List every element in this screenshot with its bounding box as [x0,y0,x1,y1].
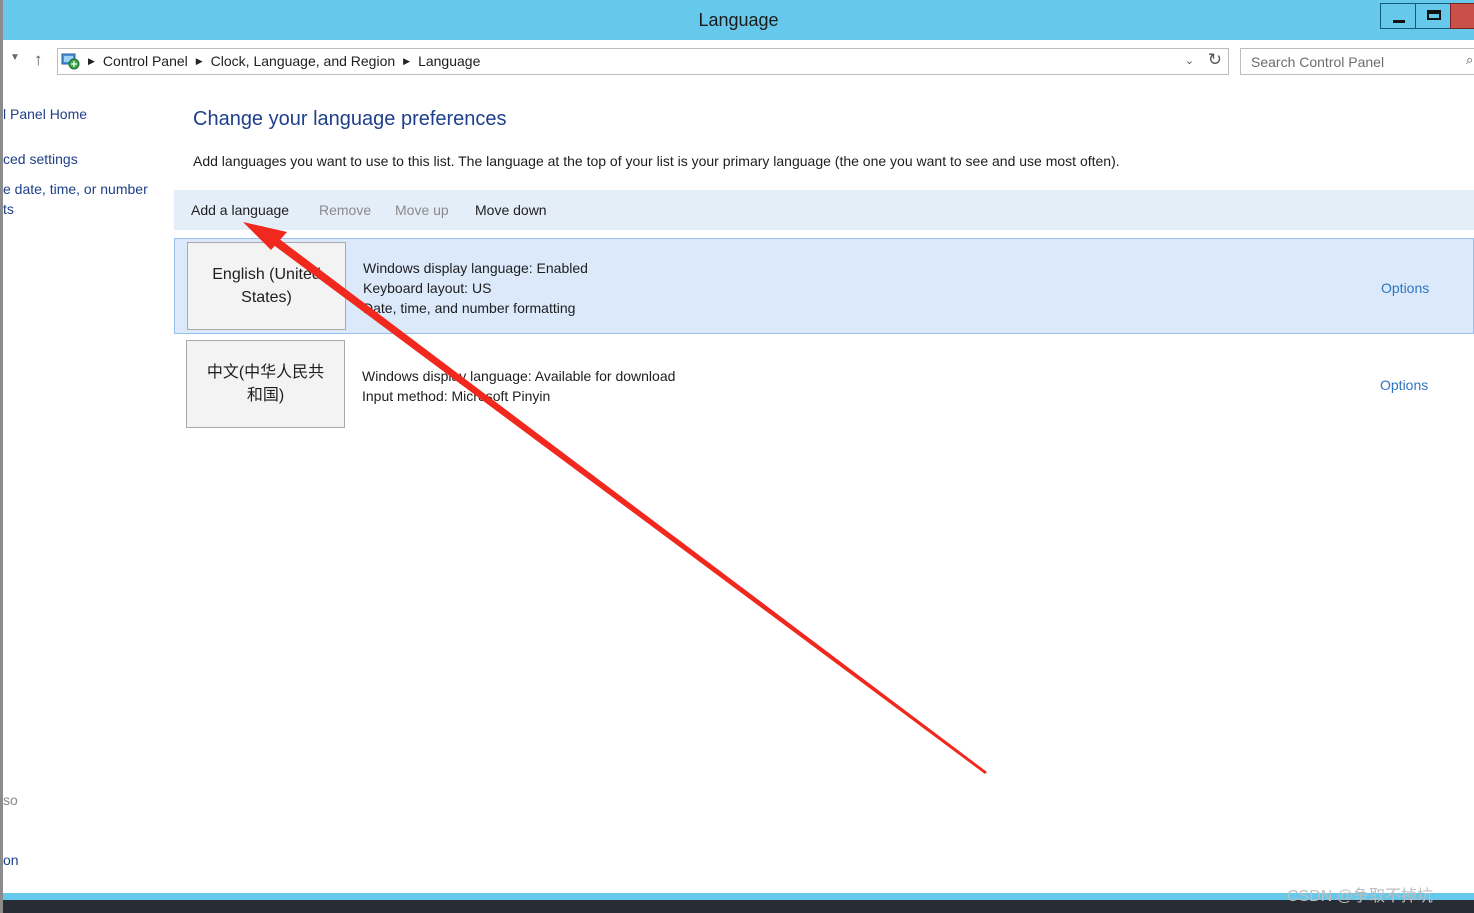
input-method: Input method: Microsoft Pinyin [362,388,551,404]
add-language-button[interactable]: Add a language [191,202,289,218]
breadcrumb-separator-icon[interactable]: ▶ [196,56,203,67]
move-up-button[interactable]: Move up [395,202,449,218]
window-left-edge [0,0,3,913]
sidebar-see-also-label: so [3,792,18,808]
window-title: Language [698,10,779,30]
sidebar-location-link[interactable]: on [3,852,19,868]
language-row-english[interactable]: English (United States) Windows display l… [174,238,1474,334]
keyboard-layout: Keyboard layout: US [363,280,492,296]
taskbar [3,900,1474,913]
chevron-down-icon[interactable]: ⌄ [1185,54,1194,67]
minimize-icon [1393,20,1405,23]
maximize-button[interactable] [1415,3,1451,29]
refresh-icon[interactable]: ↻ [1208,50,1222,70]
breadcrumb-separator-icon[interactable]: ▶ [403,56,410,67]
close-button[interactable]: ✕ [1450,3,1474,29]
recent-locations-dropdown-icon[interactable]: ▼ [10,52,20,63]
breadcrumb-separator-icon[interactable]: ▶ [88,56,95,67]
address-bar[interactable]: ▶ Control Panel ▶ Clock, Language, and R… [57,48,1229,75]
sidebar-advanced-settings[interactable]: ced settings [3,151,78,167]
navigation-bar: ▼ ↑ ▶ Control Panel ▶ Clock, Language, a… [3,40,1474,86]
breadcrumb-language[interactable]: Language [418,53,480,69]
page-description: Add languages you want to use to this li… [193,153,1120,169]
title-bar[interactable]: Language ✕ [3,0,1474,40]
language-details: Windows display language: Enabled Keyboa… [363,258,588,318]
maximize-icon [1427,10,1441,20]
control-panel-icon [61,53,80,70]
language-tile-chinese[interactable]: 中文(中华人民共 和国) [186,340,345,428]
breadcrumb: ▶ Control Panel ▶ Clock, Language, and R… [88,53,480,69]
display-language-status: Windows display language: Enabled [363,260,588,276]
language-name-line1: English (United [212,266,321,283]
language-name-line2: States) [241,289,292,306]
formatting-info: Date, time, and number formatting [363,300,576,316]
language-row-chinese[interactable]: 中文(中华人民共 和国) Windows display language: Av… [174,337,1474,433]
display-language-status: Windows display language: Available for … [362,368,676,384]
options-link-chinese[interactable]: Options [1380,377,1428,393]
watermark: CSDN @争取不掉坑 [1287,888,1434,905]
language-tile-english[interactable]: English (United States) [187,242,346,330]
search-icon[interactable]: ⌕ [1466,52,1473,68]
language-name-line1: 中文(中华人民共 [206,364,325,381]
up-arrow-icon[interactable]: ↑ [34,50,43,70]
search-box[interactable]: ⌕ [1240,48,1474,75]
search-input[interactable] [1241,49,1474,74]
taskbar-accent-strip [3,893,1474,900]
sidebar-control-panel-home[interactable]: l Panel Home [3,106,87,122]
options-link-english[interactable]: Options [1381,280,1429,296]
language-details: Windows display language: Available for … [362,366,675,406]
sidebar-change-date-time-formats-line2[interactable]: ts [3,201,14,217]
sidebar-change-date-time-formats[interactable]: e date, time, or number [3,181,148,197]
minimize-button[interactable] [1380,3,1416,29]
language-name-line2: 和国) [246,387,285,404]
remove-button[interactable]: Remove [319,202,371,218]
breadcrumb-control-panel[interactable]: Control Panel [103,53,188,69]
move-down-button[interactable]: Move down [475,202,547,218]
page-title: Change your language preferences [193,108,507,130]
annotation-arrow [243,222,987,774]
breadcrumb-clock-language-region[interactable]: Clock, Language, and Region [211,53,395,69]
language-toolbar: Add a language Remove Move up Move down [174,190,1474,230]
